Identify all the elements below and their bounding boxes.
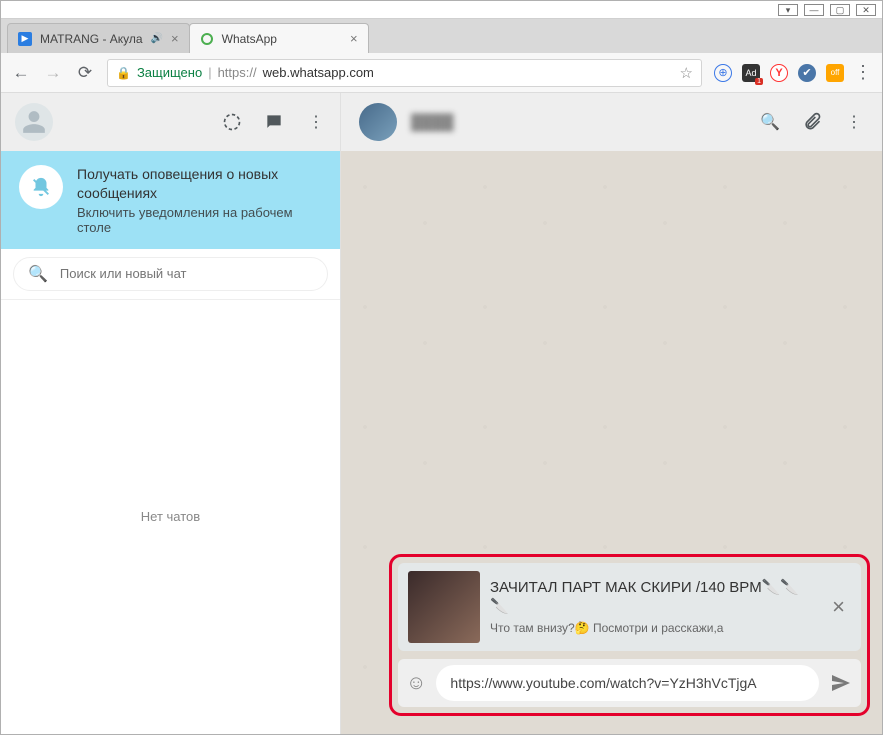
close-icon[interactable]: ×: [171, 31, 179, 46]
back-button[interactable]: ←: [11, 63, 31, 83]
dismiss-preview-icon[interactable]: ×: [826, 594, 851, 620]
attach-icon[interactable]: [802, 112, 822, 132]
composer-highlight: ЗАЧИТАЛ ПАРТ МАК СКИРИ /140 BPM🔪🔪🔪 Что т…: [389, 554, 870, 716]
emoji-icon[interactable]: ☺: [406, 672, 426, 695]
play-icon: ▶: [18, 32, 32, 46]
sidebar: ⋮ Получать оповещения о новых сообщениях…: [1, 93, 341, 734]
tab-whatsapp[interactable]: WhatsApp ×: [189, 23, 369, 53]
toolbar: ← → ⟳ 🔒 Защищено | https:// web.whatsapp.…: [1, 53, 882, 93]
composer-row: ☺: [398, 659, 861, 707]
forward-button: →: [43, 63, 63, 83]
extensions: ⊕ Ad1 Y ✔ off ⋮: [714, 62, 872, 83]
os-dropdown-button[interactable]: ▾: [778, 4, 798, 16]
address-bar[interactable]: 🔒 Защищено | https:// web.whatsapp.com ☆: [107, 59, 702, 87]
tab-label: MATRANG - Акула: [40, 32, 143, 46]
os-titlebar: ▾ — ▢ ✕: [1, 1, 882, 19]
sidebar-header: ⋮: [1, 93, 340, 151]
os-maximize-button[interactable]: ▢: [830, 4, 850, 16]
bookmark-icon[interactable]: ☆: [680, 64, 693, 82]
browser-window: ▾ — ▢ ✕ ▶ MATRANG - Акула 🔊 × WhatsApp ×…: [0, 0, 883, 735]
secure-label: Защищено: [137, 65, 202, 80]
tab-strip: ▶ MATRANG - Акула 🔊 × WhatsApp ×: [1, 19, 882, 53]
globe-icon[interactable]: ⊕: [714, 64, 732, 82]
browser-menu-icon[interactable]: ⋮: [854, 62, 872, 83]
link-subtitle: Что там внизу?🤔 Посмотри и расскажи,а: [490, 621, 816, 635]
notification-text: Получать оповещения о новых сообщениях В…: [77, 165, 322, 235]
notification-banner[interactable]: Получать оповещения о новых сообщениях В…: [1, 151, 340, 249]
reload-button[interactable]: ⟳: [75, 63, 95, 83]
adblock-icon[interactable]: Ad1: [742, 64, 760, 82]
separator: |: [208, 65, 211, 80]
close-icon[interactable]: ×: [350, 31, 358, 46]
menu-icon[interactable]: ⋮: [306, 112, 326, 132]
search-input[interactable]: 🔍: [13, 257, 328, 291]
search-icon: 🔍: [28, 264, 48, 284]
no-chats-label: Нет чатов: [1, 300, 340, 734]
os-close-button[interactable]: ✕: [856, 4, 876, 16]
message-input[interactable]: [436, 665, 819, 701]
search-row: 🔍: [1, 249, 340, 300]
notification-action[interactable]: Включить уведомления на рабочем столе: [77, 205, 322, 235]
tab-label: WhatsApp: [222, 32, 277, 46]
chat-menu-icon[interactable]: ⋮: [844, 112, 864, 132]
chat-header: ████ 🔍 ⋮: [341, 93, 882, 151]
lock-icon: 🔒: [116, 66, 131, 80]
self-avatar[interactable]: [15, 103, 53, 141]
search-field[interactable]: [60, 266, 313, 281]
savefrom-icon[interactable]: off: [826, 64, 844, 82]
contact-name[interactable]: ████: [411, 114, 454, 131]
url-protocol: https://: [218, 65, 257, 80]
search-chat-icon[interactable]: 🔍: [760, 112, 780, 132]
notification-title: Получать оповещения о новых сообщениях: [77, 165, 322, 203]
tab-matrang[interactable]: ▶ MATRANG - Акула 🔊 ×: [7, 23, 190, 53]
url-host: web.whatsapp.com: [263, 65, 374, 80]
whatsapp-icon: [200, 32, 214, 46]
audio-icon[interactable]: 🔊: [151, 33, 163, 44]
send-button[interactable]: [829, 671, 853, 695]
vk-icon[interactable]: ✔: [798, 64, 816, 82]
link-thumbnail: [408, 571, 480, 643]
yandex-icon[interactable]: Y: [770, 64, 788, 82]
link-title: ЗАЧИТАЛ ПАРТ МАК СКИРИ /140 BPM🔪🔪🔪: [490, 579, 816, 617]
os-minimize-button[interactable]: —: [804, 4, 824, 16]
new-chat-icon[interactable]: [264, 112, 284, 132]
badge: 1: [755, 78, 763, 85]
status-icon[interactable]: [222, 112, 242, 132]
contact-avatar[interactable]: [359, 103, 397, 141]
bell-off-icon: [19, 165, 63, 209]
link-preview: ЗАЧИТАЛ ПАРТ МАК СКИРИ /140 BPM🔪🔪🔪 Что т…: [398, 563, 861, 651]
